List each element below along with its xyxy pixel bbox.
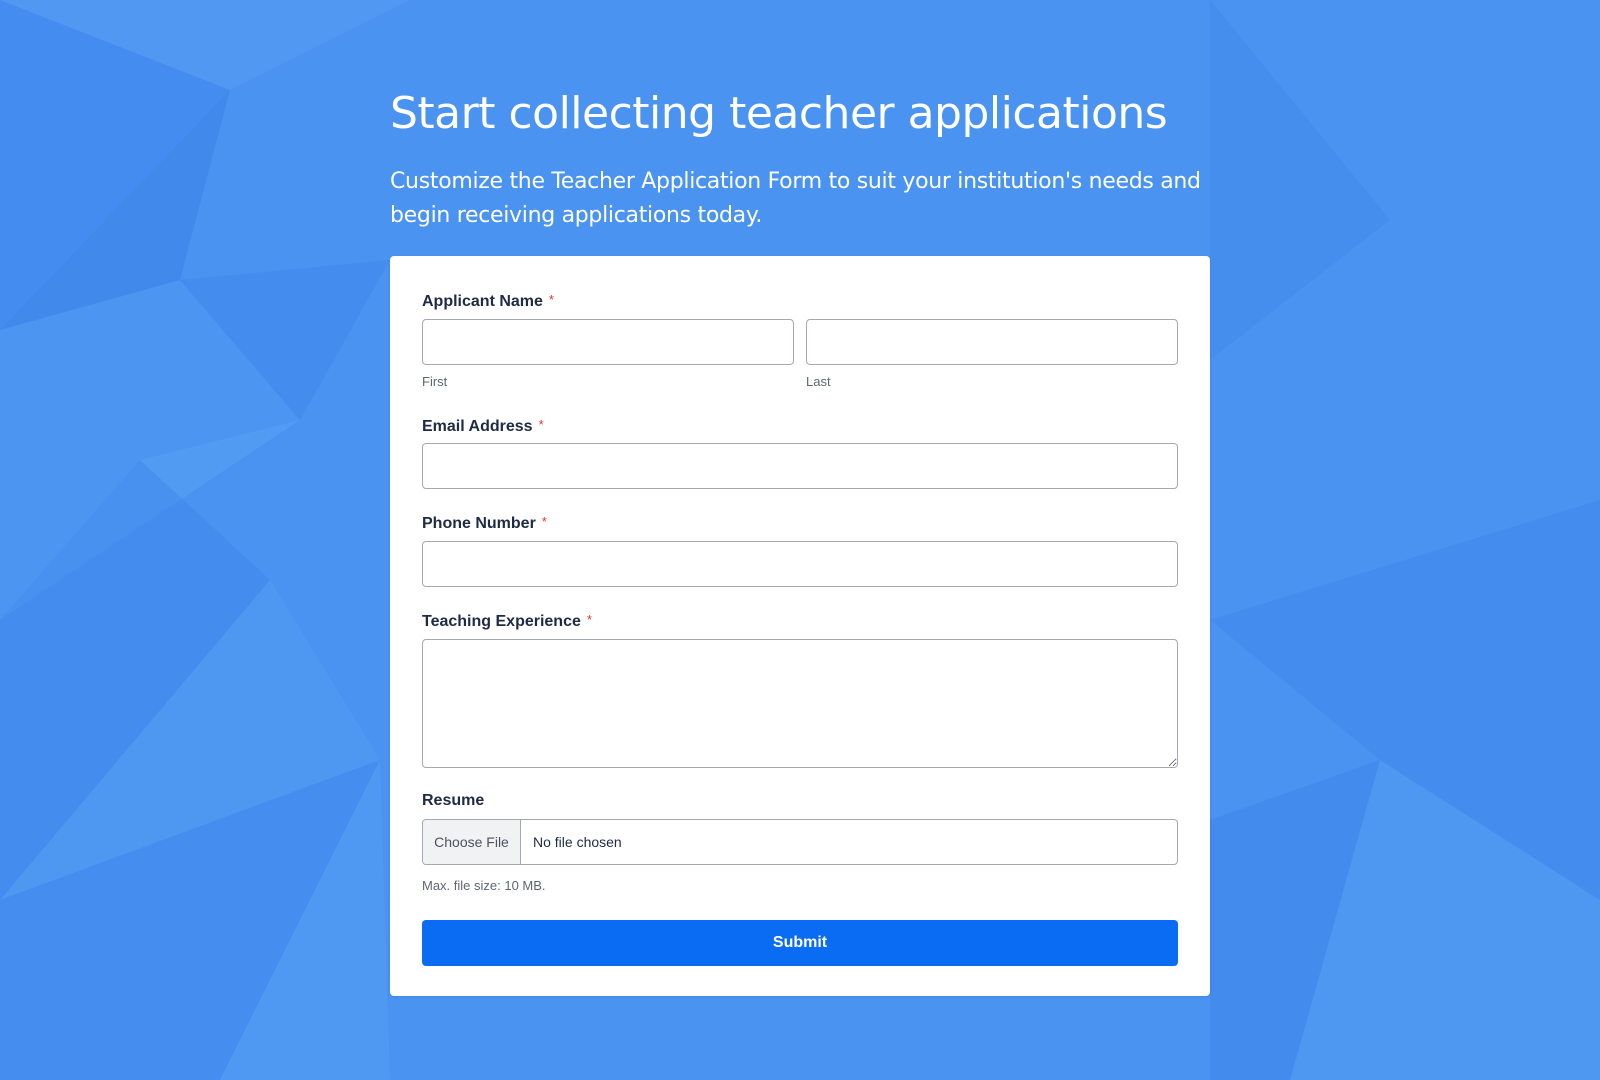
choose-file-button[interactable]: Choose File — [423, 820, 521, 864]
phone-input[interactable] — [422, 541, 1178, 587]
email-input[interactable] — [422, 443, 1178, 489]
page-subtitle: Customize the Teacher Application Form t… — [390, 169, 1201, 228]
required-asterisk: * — [541, 514, 547, 529]
phone-label-text: Phone Number — [422, 515, 536, 532]
file-status: No file chosen — [533, 834, 622, 850]
experience-textarea[interactable] — [422, 639, 1178, 768]
last-name-input[interactable] — [806, 319, 1178, 365]
experience-label: Teaching Experience * — [422, 610, 592, 632]
application-form: Applicant Name * First Last Email Address… — [390, 256, 1210, 996]
first-name-sublabel: First — [422, 374, 448, 389]
last-name-sublabel: Last — [806, 374, 831, 389]
email-label: Email Address * — [422, 415, 544, 437]
required-asterisk: * — [586, 612, 592, 627]
experience-label-text: Teaching Experience — [422, 613, 581, 630]
first-name-input[interactable] — [422, 319, 794, 365]
applicant-name-label: Applicant Name * — [422, 290, 554, 312]
page-title: Start collecting teacher applications — [390, 88, 1168, 139]
applicant-name-label-text: Applicant Name — [422, 293, 543, 310]
resume-file-input[interactable]: Choose File No file chosen — [422, 819, 1178, 865]
required-asterisk: * — [538, 417, 544, 432]
email-label-text: Email Address — [422, 418, 533, 435]
resume-label-text: Resume — [422, 792, 485, 809]
required-asterisk: * — [548, 292, 554, 307]
phone-label: Phone Number * — [422, 512, 547, 534]
submit-button[interactable]: Submit — [422, 920, 1178, 966]
file-size-hint: Max. file size: 10 MB. — [422, 878, 546, 893]
resume-label: Resume — [422, 791, 484, 811]
